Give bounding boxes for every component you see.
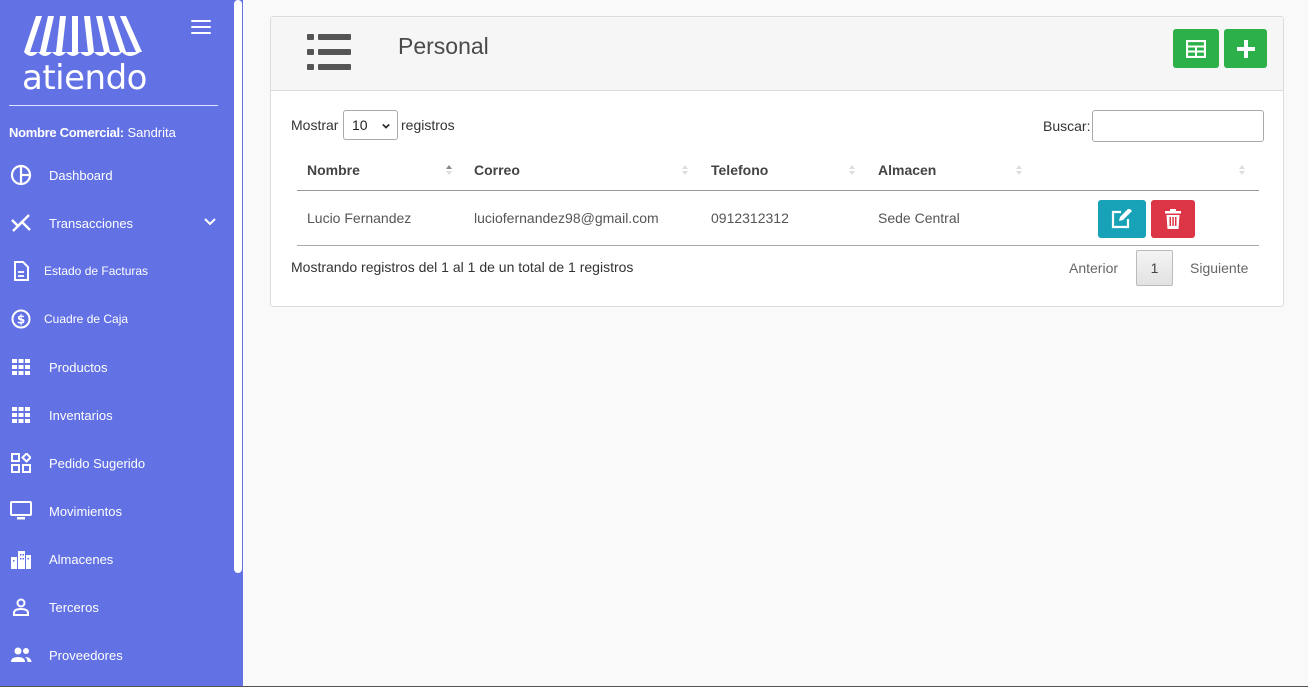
- sidebar-item-movimientos[interactable]: Movimientos: [0, 491, 232, 531]
- records-label: registros: [401, 117, 455, 133]
- edit-icon: [1111, 209, 1132, 229]
- grid-icon: [10, 404, 32, 426]
- person-icon: [10, 596, 32, 618]
- monitor-icon: [10, 500, 32, 522]
- document-icon: [10, 260, 32, 282]
- widgets-icon: [10, 452, 32, 474]
- table-header-divider: [297, 190, 1259, 191]
- page-title: Personal: [398, 33, 489, 59]
- sort-icon[interactable]: [682, 164, 688, 176]
- sidebar-item-estado-facturas[interactable]: Estado de Facturas: [0, 251, 232, 291]
- personal-card: Personal Mostrar 10 registros Buscar: No…: [270, 16, 1284, 307]
- column-header-telefono[interactable]: Telefono: [711, 162, 768, 178]
- menu-toggle-icon[interactable]: [191, 20, 211, 36]
- sidebar-item-label: Terceros: [49, 599, 99, 615]
- logo-text: atiendo: [22, 58, 147, 98]
- sidebar-item-label: Cuadre de Caja: [44, 312, 129, 326]
- sidebar-divider: [9, 105, 218, 106]
- page-length-select[interactable]: 10: [343, 110, 398, 140]
- sort-icon[interactable]: [1239, 164, 1245, 176]
- cell-correo: luciofernandez98@gmail.com: [474, 210, 659, 226]
- sidebar-item-label: Estado de Facturas: [44, 264, 149, 278]
- sidebar-item-label: Productos: [49, 359, 108, 375]
- sidebar-item-inventarios[interactable]: Inventarios: [0, 395, 232, 435]
- pagination-next[interactable]: Siguiente: [1190, 260, 1248, 276]
- chevron-down-icon: [204, 218, 216, 226]
- export-table-button[interactable]: [1173, 29, 1219, 68]
- sort-asc-icon[interactable]: [446, 164, 452, 176]
- add-personal-button[interactable]: [1224, 29, 1267, 68]
- list-icon: [307, 34, 351, 70]
- page-length-value: 10: [352, 117, 368, 133]
- sidebar-item-almacenes[interactable]: Almacenes: [0, 539, 232, 579]
- sidebar-item-label: Proveedores: [49, 647, 123, 663]
- plus-icon: [1236, 39, 1255, 58]
- sidebar-item-label: Almacenes: [49, 551, 114, 567]
- edit-button[interactable]: [1098, 200, 1146, 238]
- sidebar-item-label: Movimientos: [49, 503, 122, 519]
- column-header-almacen[interactable]: Almacen: [878, 162, 936, 178]
- dollar-circle-icon: $: [10, 308, 32, 330]
- sidebar-item-productos[interactable]: Productos: [0, 347, 232, 387]
- sidebar-item-terceros[interactable]: Terceros: [0, 587, 232, 627]
- column-header-nombre[interactable]: Nombre: [307, 162, 360, 178]
- cell-almacen: Sede Central: [878, 210, 960, 226]
- sidebar-item-proveedores[interactable]: Proveedores: [0, 635, 232, 675]
- pagination-previous[interactable]: Anterior: [1069, 260, 1118, 276]
- merchant-value: Sandrita: [123, 125, 176, 140]
- grid-icon: [10, 356, 32, 378]
- sidebar-item-label: Transacciones: [49, 215, 134, 231]
- card-header: Personal: [271, 17, 1283, 91]
- merchant-name: Nombre Comercial: Sandrita: [9, 125, 176, 140]
- sidebar-item-label: Dashboard: [49, 167, 113, 183]
- sidebar-item-label: Inventarios: [49, 407, 113, 423]
- sidebar: atiendo Nombre Comercial: Sandrita Dashb…: [0, 0, 243, 686]
- people-icon: [10, 644, 32, 666]
- show-label: Mostrar: [291, 117, 339, 133]
- sidebar-scrollbar[interactable]: [234, 0, 242, 573]
- cell-telefono: 0912312312: [711, 210, 789, 226]
- transactions-icon: [10, 212, 32, 234]
- sidebar-item-transacciones[interactable]: Transacciones: [0, 203, 232, 243]
- sidebar-item-dashboard[interactable]: Dashboard: [0, 155, 232, 195]
- svg-text:$: $: [17, 313, 25, 327]
- buildings-icon: [10, 548, 32, 570]
- search-input[interactable]: [1092, 110, 1264, 142]
- bottom-border: [0, 686, 1308, 691]
- search-label: Buscar:: [1043, 118, 1091, 134]
- merchant-label: Nombre Comercial:: [9, 125, 124, 140]
- trash-icon: [1165, 209, 1181, 229]
- chevron-down-icon: [382, 123, 390, 129]
- delete-button[interactable]: [1151, 200, 1195, 238]
- pie-chart-icon: [10, 164, 32, 186]
- column-header-correo[interactable]: Correo: [474, 162, 520, 178]
- table-info: Mostrando registros del 1 al 1 de un tot…: [291, 259, 634, 275]
- table-row-divider: [297, 245, 1259, 246]
- sidebar-item-cuadre-caja[interactable]: $ Cuadre de Caja: [0, 299, 232, 339]
- sidebar-item-label: Pedido Sugerido: [49, 455, 146, 471]
- cell-nombre: Lucio Fernandez: [307, 210, 412, 226]
- sort-icon[interactable]: [1016, 164, 1022, 176]
- sidebar-item-pedido-sugerido[interactable]: Pedido Sugerido: [0, 443, 232, 483]
- sort-icon[interactable]: [849, 164, 855, 176]
- pagination-page-1[interactable]: 1: [1136, 250, 1173, 286]
- table-icon: [1186, 39, 1206, 58]
